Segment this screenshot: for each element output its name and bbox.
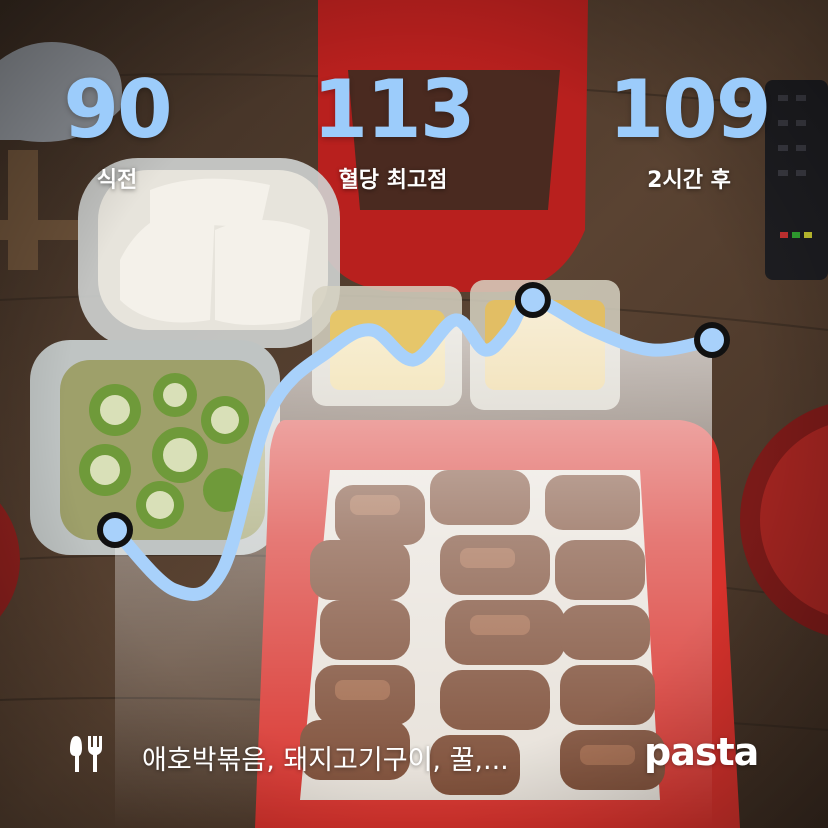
peak-label: 혈당 최고점	[338, 168, 448, 193]
peak-value: 113	[312, 63, 476, 156]
stat-before-meal: 90 식전	[0, 70, 237, 194]
curve-marker-before	[97, 512, 133, 548]
before-value: 90	[63, 63, 172, 156]
food-list: 애호박볶음, 돼지고기구이, 꿀,...	[142, 745, 509, 776]
stat-after-2h: 109 2시간 후	[569, 70, 809, 194]
meal-footer: 애호박볶음, 돼지고기구이, 꿀,... pasta	[0, 720, 828, 780]
after-value: 109	[608, 63, 772, 156]
fork-knife-icon	[70, 736, 102, 772]
curve-marker-peak	[514, 282, 551, 318]
stat-peak: 113 혈당 최고점	[273, 70, 513, 194]
curve-marker-after	[694, 322, 730, 358]
after-label: 2시간 후	[647, 168, 731, 193]
meal-card: 90 식전 113 혈당 최고점 109 2시간 후 애호박볶음, 돼지고기구이…	[0, 0, 828, 828]
brand-logo: pasta	[644, 730, 759, 774]
before-label: 식전	[96, 168, 138, 193]
